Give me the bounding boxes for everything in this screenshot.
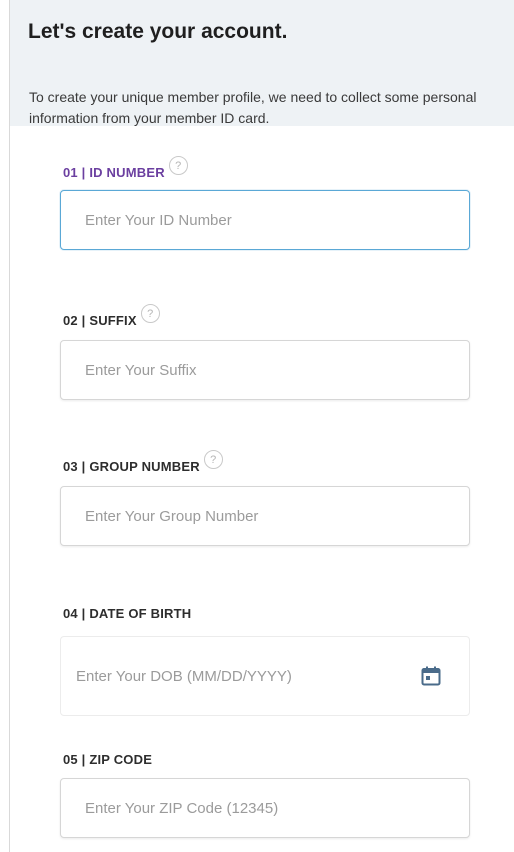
help-circle-icon[interactable]: ? (168, 156, 188, 175)
calendar-icon[interactable] (419, 664, 443, 688)
intro-text: To create your unique member profile, we… (29, 89, 477, 126)
date-of-birth-label: 04 | DATE OF BIRTH (63, 606, 191, 621)
group-number-label: 03 | GROUP NUMBER ? (63, 450, 223, 474)
zip-code-label: 05 | ZIP CODE (63, 752, 152, 767)
help-circle-icon[interactable]: ? (140, 304, 160, 323)
page-title: Let's create your account. (28, 20, 288, 43)
id-number-label-text: 01 | ID NUMBER (63, 165, 165, 180)
zip-code-field-container (60, 778, 470, 838)
date-of-birth-label-text: 04 | DATE OF BIRTH (63, 606, 192, 621)
group-number-field-container (60, 486, 470, 546)
help-circle-icon[interactable]: ? (203, 450, 223, 469)
page-edge-divider (9, 0, 10, 852)
id-number-input[interactable] (61, 191, 469, 249)
group-number-label-text: 03 | GROUP NUMBER (63, 459, 200, 474)
date-of-birth-input[interactable] (61, 637, 419, 715)
group-number-input[interactable] (61, 487, 469, 545)
id-number-field-container (60, 190, 470, 250)
suffix-field-container (60, 340, 470, 400)
suffix-label: 02 | SUFFIX ? (63, 304, 160, 328)
suffix-input[interactable] (61, 341, 469, 399)
zip-code-label-text: 05 | ZIP CODE (63, 752, 153, 767)
zip-code-input[interactable] (61, 779, 469, 837)
suffix-label-text: 02 | SUFFIX (63, 313, 137, 328)
date-of-birth-field-container (60, 636, 470, 716)
id-number-label: 01 | ID NUMBER ? (63, 156, 188, 180)
